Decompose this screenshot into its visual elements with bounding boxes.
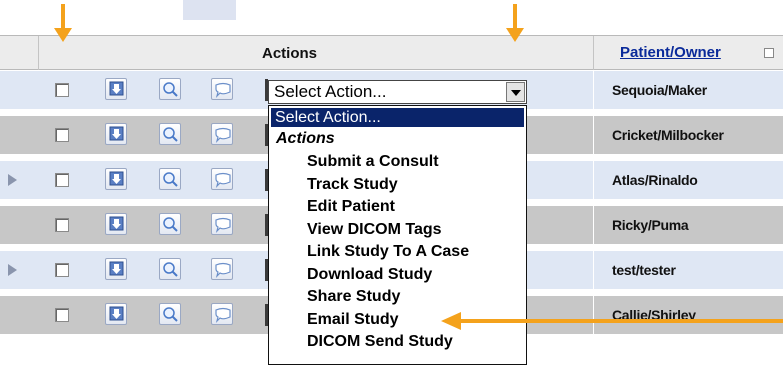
column-divider <box>593 161 594 199</box>
magnifier-icon <box>163 172 178 187</box>
annotation-arrow-email-study <box>460 319 783 323</box>
speech-bubble-icon <box>215 82 231 98</box>
magnifier-icon <box>163 82 178 97</box>
download-icon <box>109 261 124 276</box>
magnifier-icon <box>163 307 178 322</box>
download-button[interactable] <box>105 303 127 325</box>
view-study-button[interactable] <box>159 123 181 145</box>
view-study-button[interactable] <box>159 258 181 280</box>
view-study-button[interactable] <box>159 213 181 235</box>
annotation-arrow-head <box>441 312 461 330</box>
download-button[interactable] <box>105 78 127 100</box>
dropdown-toggle-button[interactable] <box>506 82 525 102</box>
expand-arrow-icon[interactable] <box>8 264 17 276</box>
dropdown-option[interactable]: DICOM Send Study <box>307 332 453 352</box>
magnifier-icon <box>163 262 178 277</box>
dropdown-option[interactable]: View DICOM Tags <box>307 220 442 240</box>
row-select-checkbox[interactable] <box>55 263 69 277</box>
select-action-dropdown[interactable]: Select Action... <box>268 80 527 104</box>
actions-column-header: Actions <box>262 45 318 62</box>
row-select-checkbox[interactable] <box>55 173 69 187</box>
speech-bubble-icon <box>215 262 231 278</box>
comment-button[interactable] <box>211 123 233 145</box>
action-options-list[interactable]: Select Action... Actions Submit a Consul… <box>268 105 527 365</box>
download-button[interactable] <box>105 168 127 190</box>
comment-button[interactable] <box>211 78 233 100</box>
download-button[interactable] <box>105 123 127 145</box>
download-button[interactable] <box>105 213 127 235</box>
magnifier-icon <box>163 217 178 232</box>
dropdown-option[interactable]: Email Study <box>307 310 399 330</box>
option-select-action[interactable]: Select Action... <box>271 108 524 127</box>
magnifier-icon <box>163 127 178 142</box>
dropdown-option[interactable]: Download Study <box>307 265 432 285</box>
column-divider <box>593 251 594 289</box>
row-select-checkbox[interactable] <box>55 128 69 142</box>
top-area <box>0 0 783 35</box>
patient-owner-cell[interactable]: Ricky/Puma <box>612 217 689 233</box>
patient-owner-cell[interactable]: Sequoia/Maker <box>612 82 707 98</box>
patient-owner-cell[interactable]: Cricket/Milbocker <box>612 127 724 143</box>
comment-button[interactable] <box>211 258 233 280</box>
expand-arrow-icon[interactable] <box>8 174 17 186</box>
row-select-checkbox[interactable] <box>55 83 69 97</box>
annotation-arrow-head <box>54 28 72 42</box>
column-divider <box>593 296 594 334</box>
view-study-button[interactable] <box>159 168 181 190</box>
speech-bubble-icon <box>215 172 231 188</box>
top-accent-bar <box>183 0 236 20</box>
download-icon <box>109 171 124 186</box>
dropdown-option[interactable]: Track Study <box>307 175 398 195</box>
column-filter-checkbox[interactable] <box>764 48 774 58</box>
dropdown-option[interactable]: Link Study To A Case <box>307 242 469 262</box>
download-icon <box>109 216 124 231</box>
download-icon <box>109 81 124 96</box>
download-icon <box>109 306 124 321</box>
option-group-actions: Actions <box>276 130 335 147</box>
row-select-checkbox[interactable] <box>55 308 69 322</box>
column-divider <box>593 116 594 154</box>
row-select-checkbox[interactable] <box>55 218 69 232</box>
dropdown-option[interactable]: Submit a Consult <box>307 152 439 172</box>
chevron-down-icon <box>511 90 521 96</box>
patient-owner-cell[interactable]: Atlas/Rinaldo <box>612 172 698 188</box>
column-divider <box>593 206 594 244</box>
comment-button[interactable] <box>211 303 233 325</box>
column-divider <box>593 71 594 109</box>
dropdown-option[interactable]: Share Study <box>307 287 400 307</box>
view-study-button[interactable] <box>159 78 181 100</box>
header-divider <box>593 36 594 70</box>
header-divider <box>38 36 39 70</box>
dropdown-option[interactable]: Edit Patient <box>307 197 395 217</box>
speech-bubble-icon <box>215 307 231 323</box>
speech-bubble-icon <box>215 217 231 233</box>
view-study-button[interactable] <box>159 303 181 325</box>
download-button[interactable] <box>105 258 127 280</box>
comment-button[interactable] <box>211 168 233 190</box>
comment-button[interactable] <box>211 213 233 235</box>
select-action-value: Select Action... <box>274 82 387 101</box>
patient-owner-cell[interactable]: test/tester <box>612 262 676 278</box>
speech-bubble-icon <box>215 127 231 143</box>
annotation-arrow-head <box>506 28 524 42</box>
patient-owner-column-header[interactable]: Patient/Owner <box>620 44 721 61</box>
download-icon <box>109 126 124 141</box>
table-header: Actions Patient/Owner <box>0 35 783 70</box>
